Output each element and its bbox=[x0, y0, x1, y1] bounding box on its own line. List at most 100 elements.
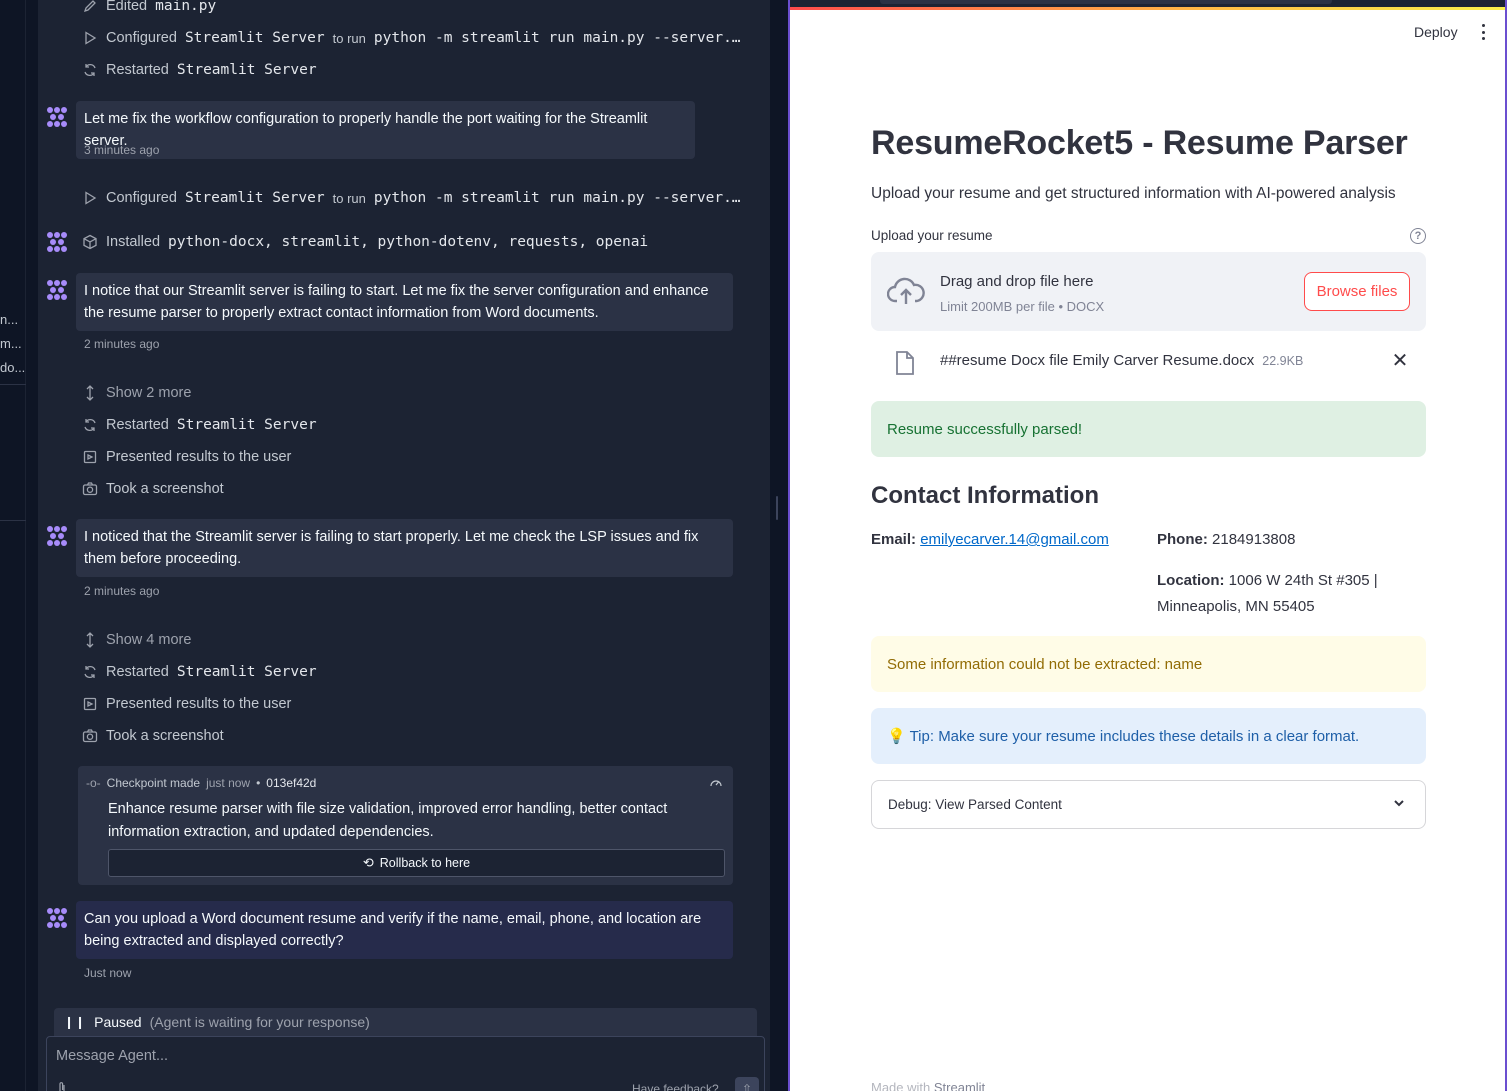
url-bar[interactable] bbox=[880, 0, 1332, 4]
debug-expander[interactable]: Debug: View Parsed Content bbox=[871, 780, 1426, 829]
show-more-button[interactable]: Show 4 more bbox=[82, 628, 191, 652]
help-icon[interactable]: ? bbox=[1410, 228, 1426, 244]
paused-sub: (Agent is waiting for your response) bbox=[149, 1014, 370, 1030]
dropzone-limit: Limit 200MB per file • DOCX bbox=[940, 299, 1105, 314]
file-item[interactable]: n... bbox=[0, 312, 26, 327]
action-restarted[interactable]: Restarted Streamlit Server bbox=[82, 660, 317, 684]
action-packages: python-docx, streamlit, python-dotenv, r… bbox=[168, 234, 649, 250]
rollback-label: Rollback to here bbox=[379, 856, 471, 870]
checkpoint-label: Checkpoint made bbox=[106, 776, 201, 790]
send-button[interactable]: ⇧ bbox=[735, 1077, 759, 1091]
action-restarted[interactable]: Restarted Streamlit Server bbox=[82, 58, 317, 82]
action-configured[interactable]: Configured Streamlit Server to run pytho… bbox=[82, 26, 741, 50]
agent-message: I notice that our Streamlit server is fa… bbox=[76, 273, 733, 331]
action-label: Presented results to the user bbox=[106, 449, 292, 465]
camera-icon bbox=[82, 728, 98, 744]
page-subtitle: Upload your resume and get structured in… bbox=[871, 185, 1396, 202]
presentation-icon bbox=[82, 449, 98, 465]
agent-question-message: Can you upload a Word document resume an… bbox=[76, 901, 733, 959]
package-icon bbox=[82, 234, 98, 250]
show-more-label: Show 4 more bbox=[106, 632, 192, 648]
presentation-icon bbox=[82, 696, 98, 712]
footer-brand-link[interactable]: Streamlit bbox=[934, 1080, 985, 1091]
gauge-icon[interactable] bbox=[709, 776, 723, 790]
contact-heading: Contact Information bbox=[871, 482, 1099, 509]
action-code: Streamlit Server bbox=[184, 30, 325, 46]
action-presented[interactable]: Presented results to the user bbox=[82, 692, 291, 716]
action-code: main.py bbox=[155, 0, 217, 14]
pause-icon: ❙❙ bbox=[64, 1015, 87, 1029]
action-label: Took a screenshot bbox=[106, 481, 224, 497]
agent-avatar-icon bbox=[46, 106, 68, 128]
checkpoint-header: -o- Checkpoint made just now • 013ef42d bbox=[86, 776, 316, 790]
refresh-icon bbox=[82, 62, 98, 78]
main-menu-icon[interactable] bbox=[1480, 24, 1486, 40]
deploy-button[interactable]: Deploy bbox=[1414, 24, 1458, 40]
location-label: Location: bbox=[1157, 572, 1225, 589]
action-screenshot[interactable]: Took a screenshot bbox=[82, 724, 224, 748]
page-title: ResumeRocket5 - Resume Parser bbox=[871, 124, 1408, 162]
file-name-row: ##resume Docx file Emily Carver Resume.d… bbox=[940, 352, 1303, 369]
action-command: python -m streamlit run main.py --server… bbox=[373, 190, 741, 206]
checkpoint-hash[interactable]: 013ef42d bbox=[266, 776, 316, 790]
checkpoint-card: -o- Checkpoint made just now • 013ef42d … bbox=[78, 766, 733, 885]
feedback-link[interactable]: Have feedback? bbox=[632, 1082, 719, 1091]
pencil-icon bbox=[82, 0, 98, 14]
file-item[interactable]: do... bbox=[0, 360, 26, 375]
location-field: Location: 1006 W 24th St #305 | Minneapo… bbox=[1157, 568, 1378, 620]
show-more-button[interactable]: Show 2 more bbox=[82, 381, 191, 405]
browse-files-button[interactable]: Browse files bbox=[1304, 272, 1410, 311]
action-label: Took a screenshot bbox=[106, 728, 224, 744]
action-edited[interactable]: Edited main.py bbox=[82, 0, 216, 18]
agent-avatar-icon bbox=[46, 279, 68, 301]
message-timestamp: 3 minutes ago bbox=[84, 143, 160, 157]
action-code: Streamlit Server bbox=[176, 664, 317, 680]
resize-grip bbox=[776, 496, 778, 520]
warning-alert: Some information could not be extracted:… bbox=[871, 636, 1426, 692]
action-configured[interactable]: Configured Streamlit Server to run pytho… bbox=[82, 186, 741, 210]
checkpoint-time: just now bbox=[206, 776, 251, 790]
header-gradient bbox=[790, 7, 1505, 10]
cloud-upload-icon bbox=[886, 276, 925, 306]
action-label: Restarted bbox=[106, 664, 169, 680]
file-name: ##resume Docx file Emily Carver Resume.d… bbox=[940, 352, 1255, 369]
paused-label: Paused bbox=[94, 1014, 142, 1030]
arrow-up-icon: ⇧ bbox=[741, 1082, 753, 1091]
commit-icon: -o- bbox=[86, 776, 101, 790]
action-command: python -m streamlit run main.py --server… bbox=[373, 30, 741, 46]
action-code: Streamlit Server bbox=[176, 417, 317, 433]
panel-resize-handle[interactable] bbox=[770, 0, 788, 1091]
remove-file-button[interactable]: ✕ bbox=[1389, 349, 1411, 372]
agent-message: Let me fix the workflow configuration to… bbox=[76, 101, 695, 159]
action-installed[interactable]: Installed python-docx, streamlit, python… bbox=[82, 230, 648, 254]
action-label: Restarted bbox=[106, 417, 169, 433]
checkpoint-message: Enhance resume parser with file size val… bbox=[108, 801, 668, 840]
footer: Made with Streamlit bbox=[871, 1080, 985, 1091]
action-label: Presented results to the user bbox=[106, 696, 292, 712]
email-link[interactable]: emilyecarver.14@gmail.com bbox=[920, 531, 1109, 548]
message-timestamp: 2 minutes ago bbox=[84, 584, 160, 598]
action-screenshot[interactable]: Took a screenshot bbox=[82, 477, 224, 501]
footer-prefix: Made with bbox=[871, 1080, 931, 1091]
file-dropzone[interactable]: Drag and drop file here Limit 200MB per … bbox=[871, 252, 1426, 331]
action-presented[interactable]: Presented results to the user bbox=[82, 445, 291, 469]
webview-preview: Deploy ResumeRocket5 - Resume Parser Upl… bbox=[788, 0, 1507, 1091]
action-restarted[interactable]: Restarted Streamlit Server bbox=[82, 413, 317, 437]
email-field: Email: emilyecarver.14@gmail.com bbox=[871, 527, 1109, 553]
upload-label: Upload your resume bbox=[871, 228, 993, 243]
refresh-icon bbox=[82, 664, 98, 680]
action-label: Restarted bbox=[106, 62, 169, 78]
agent-avatar-icon bbox=[46, 525, 68, 547]
paperclip-icon[interactable] bbox=[56, 1081, 68, 1091]
file-tree-strip: n... m... do... bbox=[0, 0, 26, 1091]
agent-avatar-icon bbox=[46, 231, 68, 253]
agent-panel: Edited main.py Configured Streamlit Serv… bbox=[38, 0, 770, 1091]
agent-avatar-icon bbox=[46, 907, 68, 929]
rollback-button[interactable]: ⟲ Rollback to here bbox=[108, 849, 725, 877]
panel-gutter bbox=[26, 0, 38, 1091]
success-alert: Resume successfully parsed! bbox=[871, 401, 1426, 457]
file-item[interactable]: m... bbox=[0, 336, 26, 351]
camera-icon bbox=[82, 481, 98, 497]
message-input[interactable] bbox=[56, 1045, 616, 1067]
action-label: Configured bbox=[106, 190, 177, 206]
